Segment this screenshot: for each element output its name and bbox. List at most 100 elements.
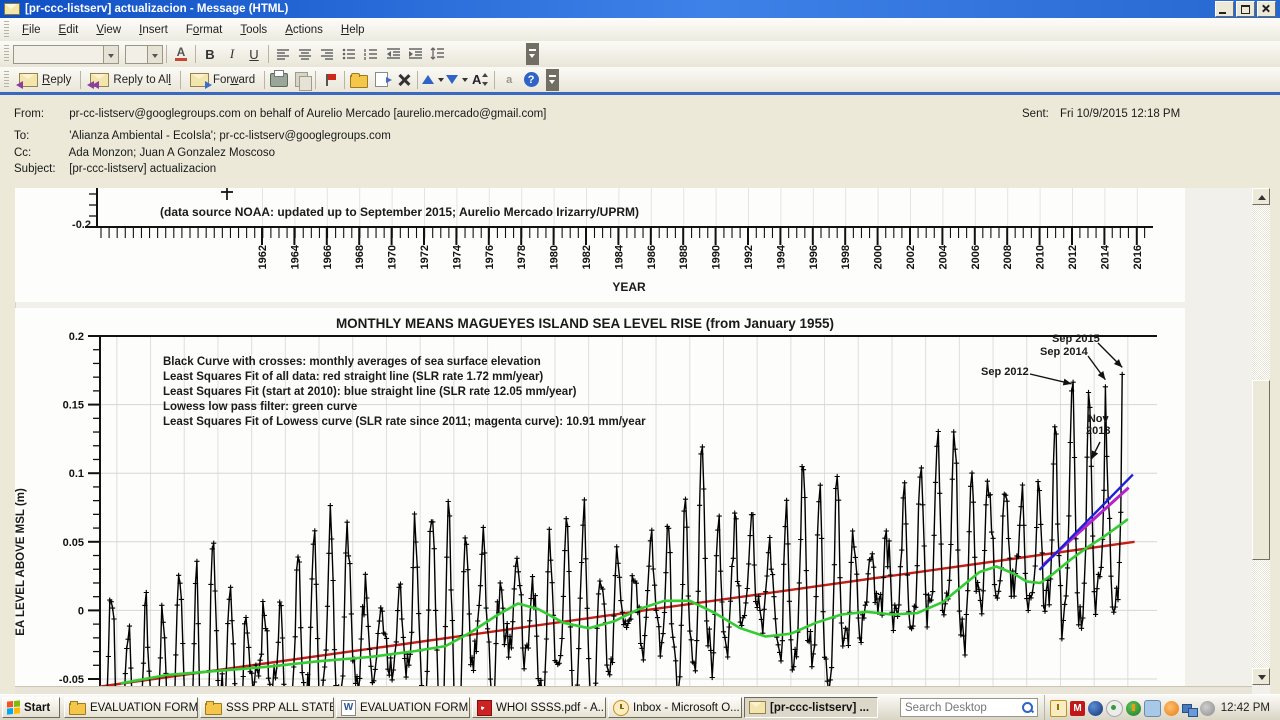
print-button[interactable]	[269, 69, 289, 90]
move-to-folder-icon	[374, 72, 392, 87]
reply-envelope-icon	[16, 72, 38, 89]
messenger-orb-icon[interactable]	[1088, 700, 1103, 716]
reply-button[interactable]: Reply	[13, 71, 77, 89]
svg-text:1964: 1964	[289, 244, 301, 269]
align-center-button[interactable]	[295, 44, 315, 64]
previous-item-button[interactable]	[422, 70, 445, 90]
font-size-combo[interactable]	[125, 44, 163, 64]
network-icon[interactable]	[1182, 701, 1198, 717]
pinwheel-icon[interactable]	[1106, 699, 1123, 717]
translate-button[interactable]: a	[499, 70, 519, 90]
help-button[interactable]: ?	[521, 70, 541, 90]
menu-file[interactable]: File	[13, 21, 50, 39]
folder-icon	[350, 72, 369, 88]
taskbar-button-evaluation-form-doc[interactable]: W EVALUATION FORM ...	[336, 697, 470, 718]
bold-button[interactable]: B	[200, 44, 220, 64]
close-button[interactable]	[1257, 1, 1276, 17]
forward-button[interactable]: Forward	[184, 71, 261, 89]
italic-button[interactable]: I	[222, 44, 242, 64]
volume-icon[interactable]	[1200, 700, 1215, 716]
menu-edit[interactable]: Edit	[50, 21, 88, 39]
chevron-down-icon[interactable]	[462, 77, 469, 82]
toolbar-options-button[interactable]	[526, 43, 539, 65]
menu-actions[interactable]: Actions	[276, 21, 332, 39]
taskbar-button-sss-prp[interactable]: SSS PRP ALL STATES	[200, 697, 334, 718]
decrease-indent-button[interactable]	[383, 44, 403, 64]
toolbar-grip[interactable]	[4, 70, 9, 89]
horizontal-gridlines	[100, 404, 1157, 680]
menu-format[interactable]: Format	[177, 21, 231, 39]
align-left-button[interactable]	[273, 44, 293, 64]
journal-icon[interactable]	[1144, 699, 1161, 717]
forward-label: Forward	[212, 73, 256, 86]
printer-icon	[270, 69, 289, 87]
mcafee-icon[interactable]: M	[1070, 700, 1085, 716]
horizontal-scrollbar[interactable]	[15, 686, 1252, 694]
search-input[interactable]	[901, 701, 1020, 714]
move-to-folder-button[interactable]	[371, 70, 392, 90]
from-value: pr-cc-listserv@googlegroups.com on behal…	[69, 108, 547, 120]
bold-icon: B	[205, 46, 215, 62]
font-color-button[interactable]: A	[171, 44, 191, 64]
toolbar-options-button[interactable]	[546, 68, 560, 91]
font-name-combo[interactable]	[13, 44, 119, 64]
reminder-clock-icon[interactable]	[1050, 699, 1067, 717]
menu-tools[interactable]: Tools	[231, 21, 276, 39]
align-right-button[interactable]	[317, 44, 337, 64]
orange-swirl-icon[interactable]	[1164, 700, 1179, 716]
formatting-toolbar: A B I U	[0, 41, 1280, 67]
taskbar-button-outlook-inbox[interactable]: Inbox - Microsoft O...	[608, 697, 742, 718]
folder-icon	[205, 700, 222, 715]
scroll-up-button[interactable]	[1252, 188, 1270, 205]
y-tick-labels: 0.2 0.15 0.1 0.05 0 -0.05	[59, 331, 84, 686]
taskbar-button-label: Inbox - Microsoft O...	[633, 701, 740, 714]
chevron-down-icon[interactable]	[438, 77, 445, 82]
toolbar-separator	[80, 70, 82, 89]
search-icon[interactable]	[1020, 700, 1035, 715]
taskbar-button-evaluation-forms[interactable]: EVALUATION FORMS	[64, 697, 198, 718]
menu-insert[interactable]: Insert	[130, 21, 177, 39]
taskbar-button-whoi-pdf[interactable]: WHOI SSSS.pdf - A...	[472, 697, 606, 718]
svg-text:0.15: 0.15	[63, 400, 84, 412]
increase-indent-button[interactable]	[405, 44, 425, 64]
to-label: To:	[14, 130, 30, 142]
top-chart-year-labels: 1962 1964 1966 1968 1970 1972 1974 1976 1978 1980…	[257, 244, 1144, 269]
align-left-icon	[277, 49, 289, 60]
reply-to-all-button[interactable]: Reply to All	[84, 71, 177, 89]
chevron-down-icon[interactable]	[147, 45, 162, 63]
toolbar-grip[interactable]	[4, 44, 9, 64]
restore-button[interactable]	[1236, 1, 1255, 17]
top-chart-x-axis-label: YEAR	[612, 280, 646, 294]
copy-icon	[294, 72, 312, 91]
svg-text:-0.05: -0.05	[59, 674, 84, 686]
menu-view[interactable]: View	[87, 21, 130, 39]
taskbar: Start EVALUATION FORMS SSS PRP ALL STATE…	[0, 694, 1280, 720]
bullet-list-button[interactable]	[339, 44, 359, 64]
scroll-down-button[interactable]	[1252, 668, 1270, 685]
create-rule-button[interactable]	[349, 70, 369, 90]
cc-row: Cc: Ada Monzon; Juan A Gonzalez Moscoso	[14, 147, 275, 159]
vertical-scrollbar[interactable]	[1252, 188, 1270, 686]
start-button[interactable]: Start	[2, 697, 60, 718]
minimize-button[interactable]	[1215, 1, 1234, 17]
taskbar-button-message-window[interactable]: [pr-ccc-listserv] ...	[744, 697, 878, 718]
legend-line: Lowess low pass filter: green curve	[163, 401, 358, 413]
outlook-clock-icon	[613, 699, 629, 716]
scrollbar-thumb[interactable]	[1252, 380, 1270, 560]
window-title: [pr-ccc-listserv] actualizacion - Messag…	[25, 3, 289, 15]
line-spacing-button[interactable]	[427, 44, 447, 64]
antivirus-alert-icon[interactable]	[1126, 700, 1141, 716]
toolbar-grip[interactable]	[4, 21, 9, 38]
chevron-down-icon[interactable]	[103, 45, 118, 63]
follow-up-flag-button[interactable]	[320, 70, 340, 90]
underline-button[interactable]: U	[244, 44, 264, 64]
message-body[interactable]: 1962 1964 1966 1968 1970 1972 1974 1976 1978 1980…	[0, 188, 1280, 694]
stray-data-cross	[221, 188, 233, 200]
text-size-button[interactable]: A	[470, 70, 490, 90]
delete-button[interactable]	[393, 70, 413, 90]
menu-help[interactable]: Help	[332, 21, 374, 39]
copy-button[interactable]	[291, 70, 312, 91]
numbered-list-button[interactable]	[361, 44, 381, 64]
title-bar[interactable]: [pr-ccc-listserv] actualizacion - Messag…	[0, 0, 1280, 18]
next-item-button[interactable]	[446, 70, 469, 90]
